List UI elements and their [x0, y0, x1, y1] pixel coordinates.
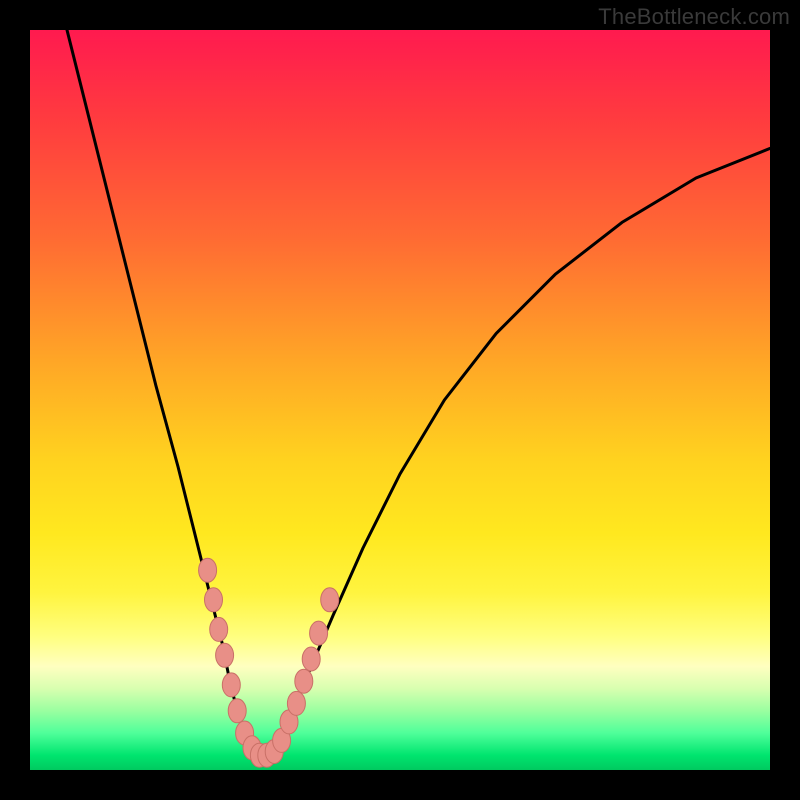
highlight-markers — [199, 558, 339, 767]
highlight-marker — [222, 673, 240, 697]
highlight-marker — [287, 691, 305, 715]
plot-area — [30, 30, 770, 770]
highlight-marker — [210, 617, 228, 641]
watermark-text: TheBottleneck.com — [598, 4, 790, 30]
bottleneck-curve — [67, 30, 770, 755]
highlight-marker — [310, 621, 328, 645]
curve-svg — [30, 30, 770, 770]
highlight-marker — [321, 588, 339, 612]
highlight-marker — [199, 558, 217, 582]
highlight-marker — [216, 643, 234, 667]
highlight-marker — [295, 669, 313, 693]
highlight-marker — [205, 588, 223, 612]
highlight-marker — [228, 699, 246, 723]
chart-frame: TheBottleneck.com — [0, 0, 800, 800]
highlight-marker — [302, 647, 320, 671]
